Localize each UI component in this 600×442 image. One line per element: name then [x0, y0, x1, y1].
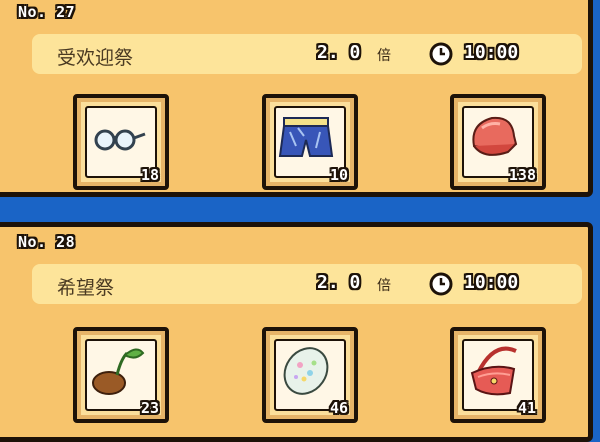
shoulder-bag-icon	[470, 346, 517, 396]
item-slot[interactable]: 138	[450, 94, 546, 190]
seed-sprout-icon	[92, 348, 145, 395]
item-slot[interactable]: 41	[450, 327, 546, 423]
item-count: 138	[508, 166, 536, 184]
opal-gem-icon	[283, 347, 329, 395]
festival-time: 10:00	[464, 272, 519, 293]
item-count: 18	[140, 166, 159, 184]
item-slot[interactable]: 23	[73, 327, 169, 423]
multiplier-value: 2. 0	[317, 42, 361, 63]
festival-panel-28: No. 28 希望祭 2. 0 倍 10:00 23 46 41	[0, 222, 593, 442]
glasses-icon	[94, 129, 146, 151]
festival-number: No. 28	[18, 233, 76, 251]
festival-info-bar: 受欢迎祭 2. 0 倍 10:00	[32, 34, 582, 74]
shorts-icon	[278, 117, 334, 157]
item-slot[interactable]: 46	[262, 327, 358, 423]
item-count: 41	[517, 399, 536, 417]
item-count: 23	[140, 399, 159, 417]
clock-icon	[429, 272, 453, 296]
clock-icon	[429, 42, 453, 66]
item-slot[interactable]: 10	[262, 94, 358, 190]
cap-icon	[472, 116, 518, 156]
item-count: 46	[329, 399, 348, 417]
item-count: 10	[329, 166, 348, 184]
multiplier-suffix: 倍	[377, 48, 391, 64]
festival-number: No. 27	[18, 3, 76, 21]
festival-name: 希望祭	[57, 277, 115, 299]
multiplier-suffix: 倍	[377, 278, 391, 294]
festival-time: 10:00	[464, 42, 519, 63]
festival-name: 受欢迎祭	[57, 47, 134, 69]
festival-info-bar: 希望祭 2. 0 倍 10:00	[32, 264, 582, 304]
multiplier-value: 2. 0	[317, 272, 361, 293]
item-slot[interactable]: 18	[73, 94, 169, 190]
festival-panel-27: No. 27 受欢迎祭 2. 0 倍 10:00 18 10 138	[0, 0, 593, 197]
